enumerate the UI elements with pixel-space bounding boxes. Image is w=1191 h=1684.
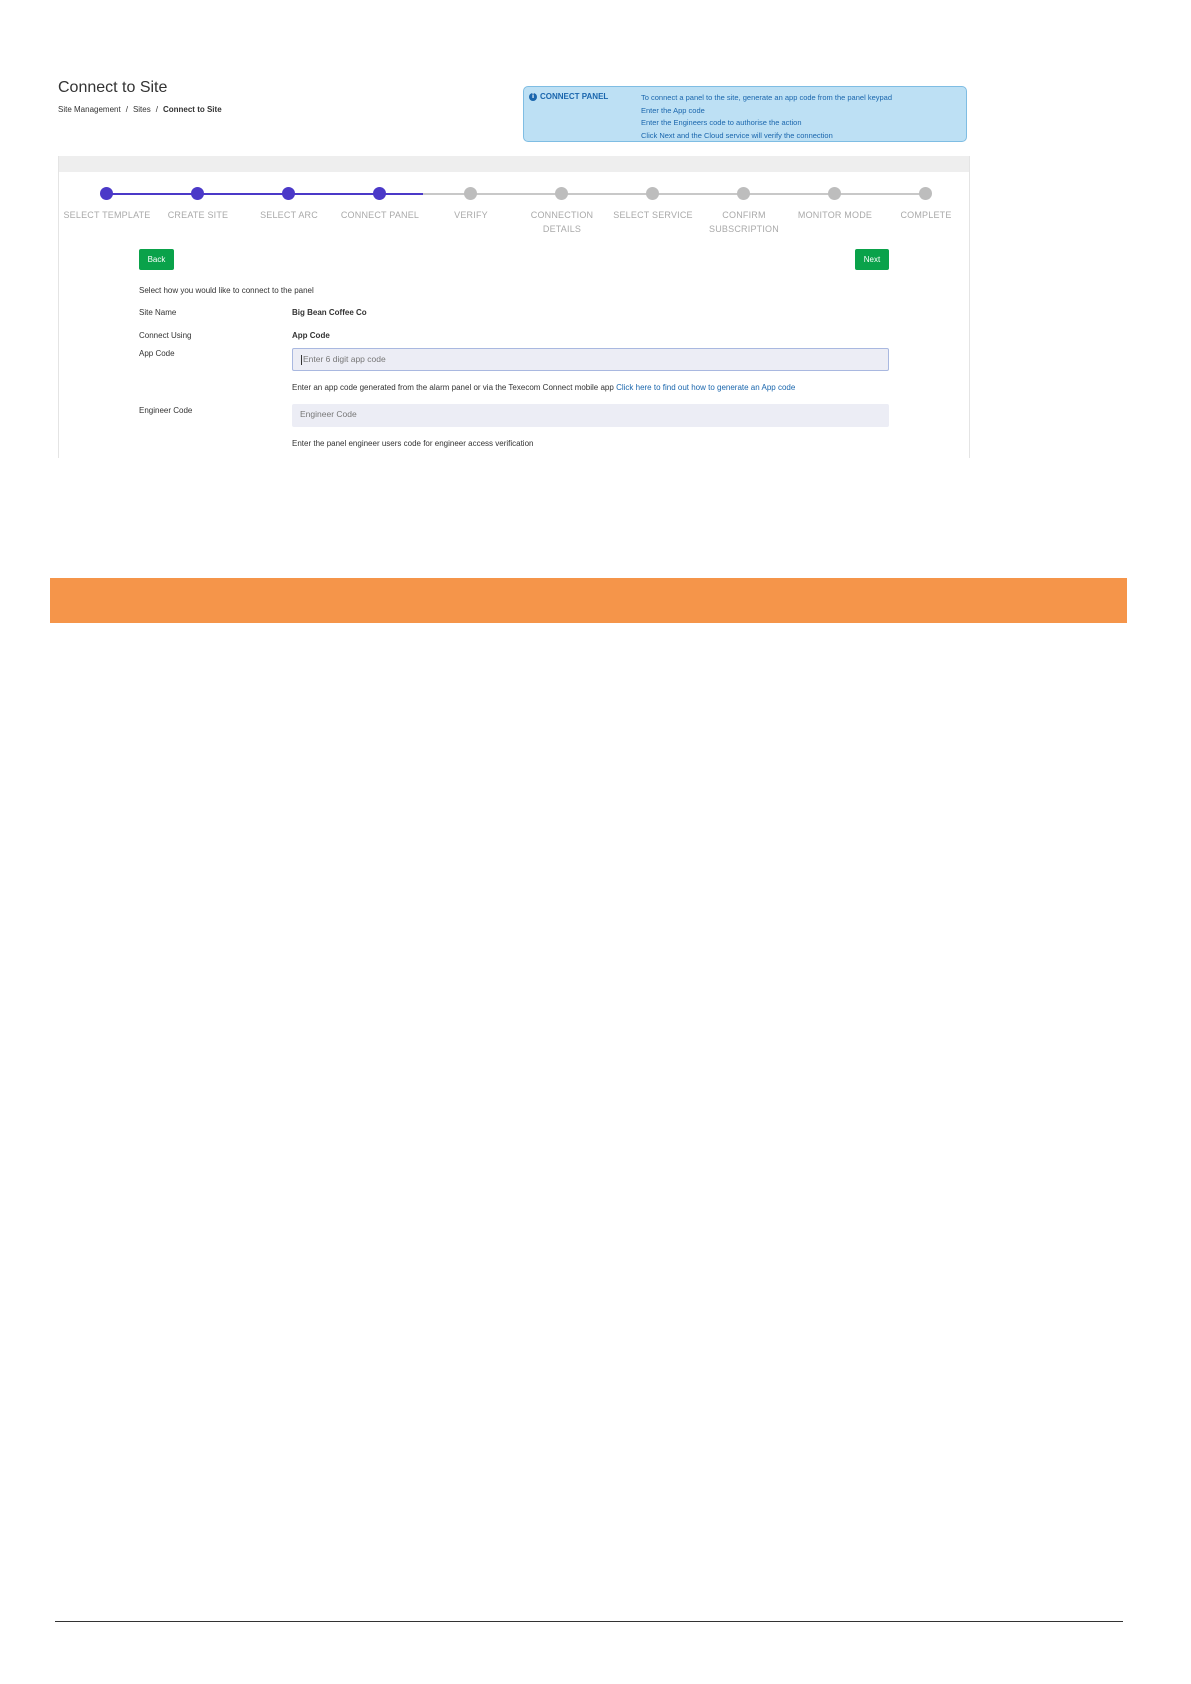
info-line: To connect a panel to the site, generate… bbox=[641, 93, 893, 102]
info-line: Enter the App code bbox=[641, 105, 705, 115]
engineer-code-input[interactable]: Engineer Code bbox=[292, 404, 889, 427]
stepper-line-pending bbox=[423, 193, 923, 195]
page-title: Connect to Site bbox=[58, 79, 168, 96]
connect-using-value: App Code bbox=[292, 331, 330, 340]
step-dot-complete bbox=[919, 187, 932, 200]
step-label-select-template: SELECT TEMPLATE bbox=[63, 210, 151, 220]
breadcrumb-separator: / bbox=[125, 105, 128, 114]
step-label-confirm-subscription: CONFIRM SUBSCRIPTION bbox=[709, 210, 779, 234]
next-button[interactable]: Next bbox=[855, 249, 889, 270]
step-dot-select-arc[interactable] bbox=[282, 187, 295, 200]
connect-using-label: Connect Using bbox=[139, 331, 192, 340]
breadcrumb-sites[interactable]: Sites bbox=[133, 105, 151, 114]
step-label-select-service: SELECT SERVICE bbox=[613, 210, 693, 220]
info-line: Click Next and the Cloud service will ve… bbox=[641, 130, 833, 140]
info-line: Enter the Engineers code to authorise th… bbox=[641, 118, 802, 127]
info-panel-lines: To connect a panel to the site, generate… bbox=[641, 92, 892, 142]
step-dot-select-service bbox=[646, 187, 659, 200]
engineer-code-placeholder: Engineer Code bbox=[300, 409, 357, 419]
step-dot-monitor-mode bbox=[828, 187, 841, 200]
step-dot-confirm-subscription bbox=[737, 187, 750, 200]
step-label-connect-panel: CONNECT PANEL bbox=[340, 210, 420, 220]
app-code-input[interactable]: Enter 6 digit app code bbox=[292, 348, 889, 371]
step-label-complete: COMPLETE bbox=[900, 210, 952, 220]
site-name-label: Site Name bbox=[139, 308, 177, 317]
breadcrumb-separator: / bbox=[155, 105, 158, 114]
breadcrumb: Site Management / Sites / Connect to Site bbox=[58, 105, 222, 114]
step-label-verify: VERIFY bbox=[454, 210, 488, 220]
form-intro: Select how you would like to connect to … bbox=[139, 286, 314, 295]
breadcrumb-site-management[interactable]: Site Management bbox=[58, 105, 121, 114]
app-code-placeholder: Enter 6 digit app code bbox=[303, 354, 386, 364]
app-code-help-text: Enter an app code generated from the ala… bbox=[292, 383, 614, 392]
app-code-help: Enter an app code generated from the ala… bbox=[292, 383, 795, 392]
app-code-label: App Code bbox=[139, 349, 175, 358]
step-dot-create-site[interactable] bbox=[191, 187, 204, 200]
step-label-create-site: CREATE SITE bbox=[167, 210, 229, 220]
info-icon: i bbox=[529, 92, 537, 101]
step-label-monitor-mode: MONITOR MODE bbox=[797, 210, 873, 220]
step-label-select-arc: SELECT ARC bbox=[260, 210, 318, 220]
step-dot-connect-panel[interactable] bbox=[373, 187, 386, 200]
back-button[interactable]: Back bbox=[139, 249, 174, 270]
engineer-code-help: Enter the panel engineer users code for … bbox=[292, 439, 534, 448]
info-panel: i CONNECT PANEL To connect a panel to th… bbox=[523, 86, 967, 142]
step-dot-connection-details bbox=[555, 187, 568, 200]
engineer-code-label: Engineer Code bbox=[139, 406, 193, 415]
text-caret bbox=[301, 354, 302, 365]
info-panel-heading: i CONNECT PANEL bbox=[529, 92, 608, 101]
step-dot-select-template[interactable] bbox=[100, 187, 113, 200]
app-code-help-link[interactable]: Click here to find out how to generate a… bbox=[616, 383, 795, 392]
info-panel-title: CONNECT PANEL bbox=[540, 92, 609, 101]
breadcrumb-current: Connect to Site bbox=[162, 105, 222, 114]
footer-divider bbox=[55, 1621, 1123, 1622]
step-dot-verify bbox=[464, 187, 477, 200]
card-header bbox=[59, 156, 969, 172]
site-name-value: Big Bean Coffee Co bbox=[292, 308, 367, 317]
step-label-connection-details: CONNECTION DETAILS bbox=[530, 210, 594, 234]
orange-banner bbox=[50, 578, 1127, 623]
